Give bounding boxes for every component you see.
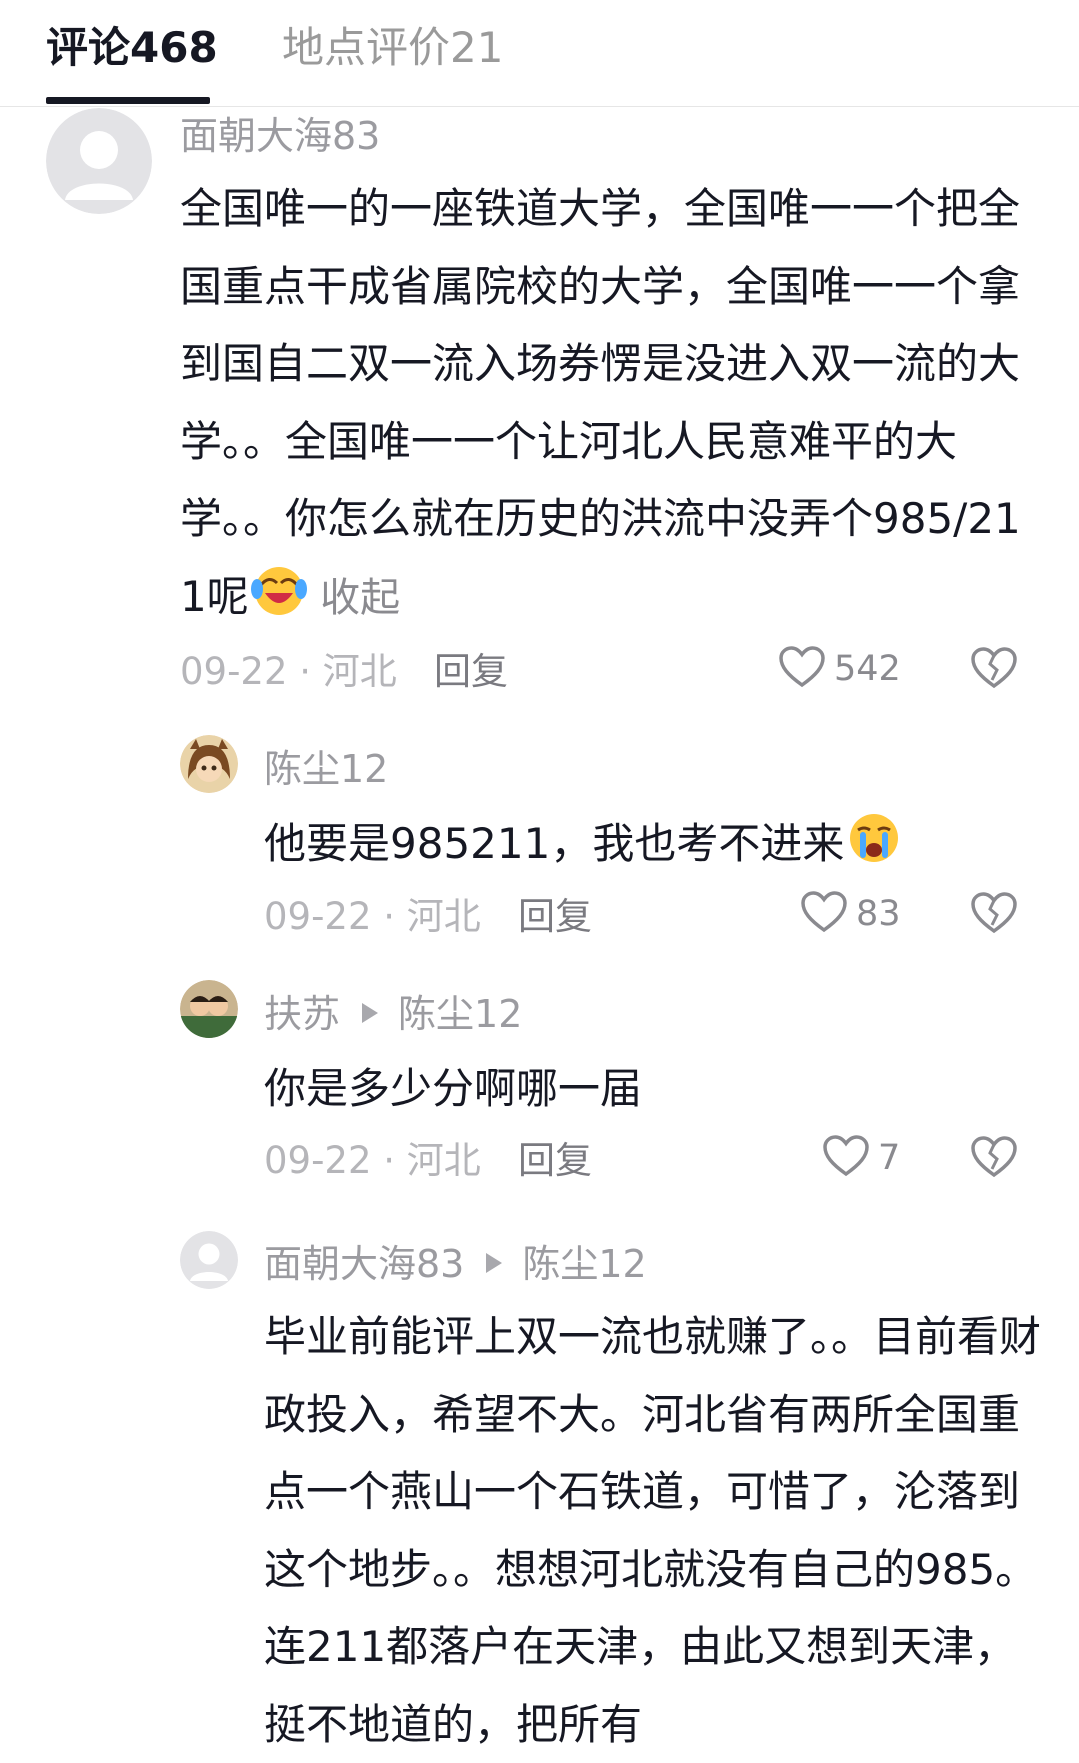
like-button[interactable]: 83	[800, 890, 901, 938]
heart-outline-icon	[778, 645, 826, 693]
reply-text: 毕业前能评上双一流也就赚了。。目前看财政投入，希望不大。河北省有两所全国重点一个…	[264, 1312, 1042, 1749]
reply-button[interactable]: 回复	[518, 893, 592, 941]
reply-username[interactable]: 陈尘12	[264, 745, 388, 793]
reply-author[interactable]: 扶苏	[264, 992, 340, 1036]
heart-outline-icon	[822, 1134, 870, 1182]
tab-comments[interactable]: 评论468	[46, 18, 218, 78]
reply-username: 扶苏 陈尘12	[264, 990, 522, 1038]
crying-emoji	[846, 811, 902, 889]
laughing-tears-emoji	[250, 564, 307, 642]
heart-outline-icon	[800, 890, 848, 938]
active-tab-indicator	[46, 97, 210, 104]
reply-text: 你是多少分啊哪一届	[264, 1064, 643, 1113]
broken-heart-icon	[970, 647, 1018, 694]
reply-button[interactable]: 回复	[518, 1137, 592, 1185]
reply-button[interactable]: 回复	[434, 648, 508, 696]
reply-author[interactable]: 面朝大海83	[264, 1242, 464, 1286]
collapse-button[interactable]: 收起	[320, 575, 400, 621]
reply-target[interactable]: 陈尘12	[522, 1242, 646, 1286]
like-count: 83	[856, 894, 901, 934]
like-button[interactable]: 7	[822, 1134, 900, 1182]
comment-username[interactable]: 面朝大海83	[180, 112, 380, 160]
like-count: 542	[834, 649, 901, 689]
dislike-button[interactable]	[970, 1135, 1018, 1183]
reply-target[interactable]: 陈尘12	[398, 992, 522, 1036]
dislike-button[interactable]	[970, 891, 1018, 939]
comment-meta: 09-22 · 河北	[180, 650, 397, 693]
like-button[interactable]: 542	[778, 645, 901, 693]
default-avatar-icon[interactable]	[46, 108, 152, 214]
play-triangle-icon	[362, 1003, 379, 1023]
user-avatar[interactable]	[180, 980, 238, 1038]
user-avatar[interactable]	[180, 735, 238, 793]
reply-meta: 09-22 · 河北	[264, 895, 481, 938]
broken-heart-icon	[970, 1136, 1018, 1183]
comment-text: 全国唯一的一座铁道大学，全国唯一一个把全国重点干成省属院校的大学，全国唯一一个拿…	[180, 170, 1025, 641]
reply-text: 他要是985211，我也考不进来	[264, 805, 1044, 889]
tab-place-reviews[interactable]: 地点评价21	[282, 18, 503, 78]
broken-heart-icon	[970, 892, 1018, 939]
default-avatar-icon[interactable]	[180, 1231, 238, 1289]
like-count: 7	[878, 1138, 901, 1178]
reply-username: 面朝大海83 陈尘12	[264, 1240, 647, 1288]
reply-meta: 09-22 · 河北	[264, 1139, 481, 1182]
dislike-button[interactable]	[970, 646, 1018, 694]
comment-tabs: 评论468 地点评价21	[0, 0, 1079, 107]
play-triangle-icon	[486, 1253, 503, 1273]
